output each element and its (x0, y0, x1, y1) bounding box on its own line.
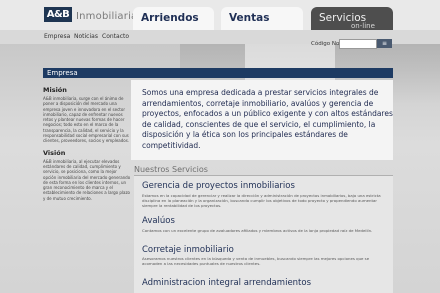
tab-ventas[interactable]: Ventas (221, 7, 303, 31)
service-title-administracion[interactable]: Administracion integral arrendamientos (142, 278, 311, 288)
sidebar: Misión A&B inmobiliaria, surge con el án… (43, 82, 131, 293)
codigo-label: Código No. (311, 41, 341, 47)
hero-light (245, 44, 335, 84)
brand-name: Inmobiliaria (76, 11, 138, 22)
mision-text: A&B inmobiliaria, surge con el ánimo de … (43, 96, 130, 144)
tab-label: Ventas (229, 12, 270, 24)
service-title-avaluos[interactable]: Avalúos (142, 216, 175, 226)
service-title-corretaje[interactable]: Corretaje inmobiliario (142, 245, 234, 255)
nav-link-empresa[interactable]: Empresa (44, 33, 70, 40)
service-text-gerencia: Estamos en la capacidad de gerenciar y r… (142, 193, 381, 208)
nav-link-noticias[interactable]: Noticias (74, 33, 98, 40)
section-bar (43, 68, 393, 78)
codigo-search-button[interactable]: ≡ (377, 39, 392, 48)
page: A&B Inmobiliaria Arriendos Ventas Servic… (0, 0, 440, 293)
vision-text: A&B inmobiliaria, al ejecutar elevados e… (43, 158, 131, 201)
service-text-avaluos: Contamos con un excelente grupo de avalu… (142, 228, 373, 233)
service-title-gerencia[interactable]: Gerencia de proyectos inmobiliarios (142, 181, 295, 191)
mision-title: Misión (43, 86, 67, 94)
codigo-input[interactable] (339, 39, 377, 49)
nav-link-contacto[interactable]: Contacto (102, 33, 129, 40)
services-heading: Nuestros Servicios (134, 165, 208, 174)
tab-label: Arriendos (141, 12, 199, 24)
intro-text: Somos una empresa dedicada a prestar ser… (142, 88, 393, 150)
tab-servicios-online[interactable]: Servicios on-line (311, 7, 393, 31)
vision-title: Visión (43, 148, 66, 157)
tab-sublabel: on-line (351, 22, 375, 30)
service-text-corretaje: Asesoramos nuestros clientes en la búsqu… (142, 256, 370, 266)
logo[interactable]: A&B (44, 7, 72, 22)
tab-arriendos[interactable]: Arriendos (133, 7, 214, 31)
section-title: Empresa (47, 69, 78, 77)
